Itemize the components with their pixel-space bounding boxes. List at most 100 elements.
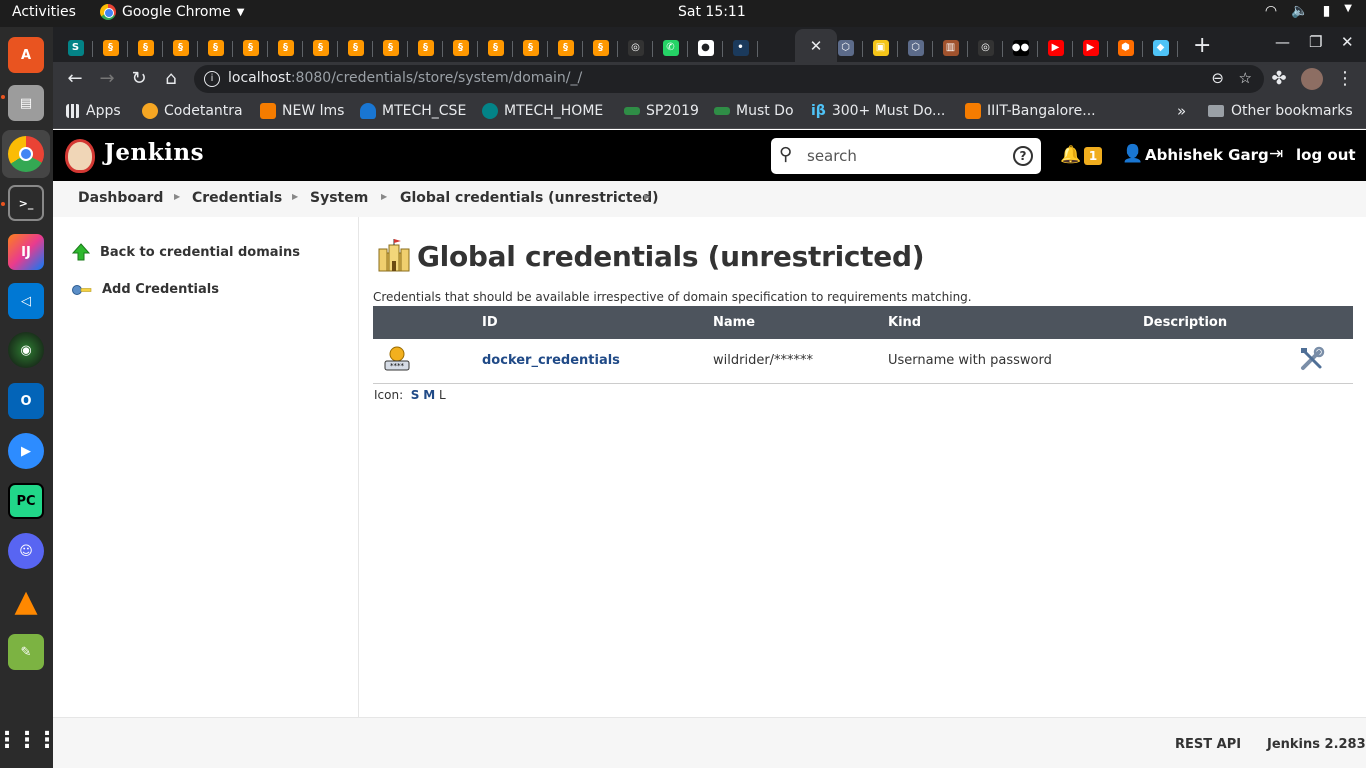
breadcrumb-system[interactable]: System [310, 190, 368, 206]
browser-tab[interactable]: § [548, 33, 583, 62]
terminal-icon[interactable]: >_ [8, 185, 44, 221]
discord-icon[interactable]: ☺ [8, 533, 44, 569]
jenkins-logo-icon[interactable] [65, 139, 95, 173]
browser-tab[interactable]: § [268, 33, 303, 62]
new-tab-button[interactable]: + [1193, 33, 1211, 58]
profile-avatar[interactable] [1301, 68, 1323, 90]
breadcrumb-chevron-icon[interactable]: ▶ [292, 192, 298, 201]
address-bar[interactable]: i localhost:8080/credentials/store/syste… [194, 65, 1264, 93]
clock[interactable]: Sat 15:11 [678, 4, 746, 20]
browser-tab[interactable]: § [93, 33, 128, 62]
browser-tab[interactable]: • [723, 33, 758, 62]
search-input[interactable] [807, 145, 997, 167]
active-tab[interactable]: ✕ [795, 29, 837, 62]
logout-link[interactable]: log out [1296, 146, 1356, 164]
add-credentials-link[interactable]: Add Credentials [72, 282, 219, 297]
bell-icon[interactable]: 🔔 [1060, 145, 1081, 165]
extensions-icon[interactable]: ✤ [1268, 68, 1290, 89]
chrome-icon[interactable] [8, 136, 44, 172]
browser-tab[interactable]: S [58, 33, 93, 62]
pycharm-icon[interactable]: PC [8, 483, 44, 519]
browser-tab[interactable]: § [198, 33, 233, 62]
minimize-icon[interactable]: — [1275, 33, 1290, 51]
back-icon[interactable]: ← [64, 68, 86, 89]
breadcrumb-chevron-icon[interactable]: ▶ [174, 192, 180, 201]
bookmark-new-lms[interactable]: NEW lms [260, 103, 344, 119]
browser-tab[interactable]: ●● [1003, 33, 1038, 62]
bookmark-star-icon[interactable]: ☆ [1239, 69, 1252, 87]
browser-tab[interactable]: § [303, 33, 338, 62]
browser-tab[interactable]: ▥ [933, 33, 968, 62]
vscode-icon[interactable]: ◁ [8, 283, 44, 319]
vlc-icon[interactable]: ▲ [8, 583, 44, 619]
browser-tab[interactable]: § [513, 33, 548, 62]
close-window-icon[interactable]: ✕ [1341, 33, 1354, 51]
browser-tab[interactable]: ⬡ [898, 33, 933, 62]
jenkins-version-link[interactable]: Jenkins 2.283 [1267, 737, 1366, 752]
browser-tab[interactable]: ◎ [618, 33, 653, 62]
back-to-domains-link[interactable]: Back to credential domains [72, 243, 300, 261]
browser-tab[interactable]: § [443, 33, 478, 62]
breadcrumb-global-credentials[interactable]: Global credentials (unrestricted) [400, 190, 659, 206]
jenkins-home-link[interactable]: Jenkins [104, 139, 204, 166]
browser-tab[interactable]: ● [688, 33, 723, 62]
bookmark-codetantra[interactable]: Codetantra [142, 103, 243, 119]
bookmark-mtech-cse[interactable]: MTECH_CSE [360, 103, 466, 119]
configure-icon[interactable] [1299, 346, 1325, 372]
col-description[interactable]: Description [1143, 306, 1283, 339]
reload-icon[interactable]: ↻ [128, 68, 150, 89]
col-id[interactable]: ID [482, 306, 713, 339]
zoom-icon[interactable]: ▶ [8, 433, 44, 469]
show-apps-icon[interactable]: ⋮⋮⋮ [0, 722, 58, 758]
browser-tab[interactable]: ▣ [863, 33, 898, 62]
col-name[interactable]: Name [713, 306, 888, 339]
browser-tab[interactable]: § [128, 33, 163, 62]
icon-size-m[interactable]: M [423, 388, 435, 402]
breadcrumb-chevron-icon[interactable]: ▶ [644, 192, 650, 201]
browser-tab[interactable]: § [478, 33, 513, 62]
user-link[interactable]: Abhishek Garg [1145, 146, 1269, 164]
bookmark-must-do[interactable]: Must Do [714, 103, 794, 119]
col-kind[interactable]: Kind [888, 306, 1143, 339]
browser-tab[interactable]: ◆ [1143, 33, 1178, 62]
browser-tab[interactable]: § [233, 33, 268, 62]
system-tray[interactable]: ◠ 🔈 ▮ ▼ [1265, 3, 1352, 19]
software-center-icon[interactable]: A [8, 37, 44, 73]
browser-tab[interactable]: § [373, 33, 408, 62]
activities-button[interactable]: Activities [12, 4, 76, 20]
close-icon[interactable]: ✕ [810, 37, 823, 55]
webcam-icon[interactable]: ◉ [8, 332, 44, 368]
browser-tab[interactable]: § [408, 33, 443, 62]
outlook-icon[interactable]: O [8, 383, 44, 419]
site-info-icon[interactable]: i [204, 71, 220, 87]
bookmark-apps[interactable]: Apps [66, 103, 121, 119]
home-icon[interactable]: ⌂ [160, 68, 182, 89]
browser-tab[interactable]: ⬢ [1108, 33, 1143, 62]
files-icon[interactable]: ▤ [8, 85, 44, 121]
browser-tab[interactable]: § [583, 33, 618, 62]
browser-tab[interactable]: ✆ [653, 33, 688, 62]
bookmark-iiit-bangalore[interactable]: IIIT-Bangalore... [965, 103, 1096, 119]
other-bookmarks[interactable]: Other bookmarks [1208, 103, 1353, 119]
browser-tab[interactable]: § [338, 33, 373, 62]
app-menu[interactable]: Google Chrome ▼ [100, 4, 244, 20]
bookmark-mtech-home[interactable]: MTECH_HOME [482, 103, 603, 119]
browser-tab[interactable]: ◎ [968, 33, 1003, 62]
rest-api-link[interactable]: REST API [1175, 737, 1241, 752]
browser-tab[interactable]: ▶ [1038, 33, 1073, 62]
maximize-icon[interactable]: ❐ [1309, 33, 1322, 51]
forward-icon[interactable]: → [96, 68, 118, 89]
bookmarks-overflow-button[interactable]: » [1177, 102, 1186, 120]
menu-icon[interactable]: ⋮ [1334, 68, 1356, 89]
breadcrumb-dashboard[interactable]: Dashboard [78, 190, 163, 206]
credential-id-link[interactable]: docker_credentials [482, 353, 620, 368]
help-icon[interactable]: ? [1013, 146, 1033, 166]
bookmark-300-must-do[interactable]: iβ 300+ Must Do... [811, 103, 945, 119]
image-viewer-icon[interactable]: ✎ [8, 634, 44, 670]
notification-badge[interactable]: 1 [1084, 147, 1102, 165]
icon-size-s[interactable]: S [411, 388, 420, 402]
breadcrumb-credentials[interactable]: Credentials [192, 190, 282, 206]
url-text[interactable]: localhost:8080/credentials/store/system/… [228, 70, 582, 86]
intellij-icon[interactable]: IJ [8, 234, 44, 270]
bookmark-sp2019[interactable]: SP2019 [624, 103, 699, 119]
